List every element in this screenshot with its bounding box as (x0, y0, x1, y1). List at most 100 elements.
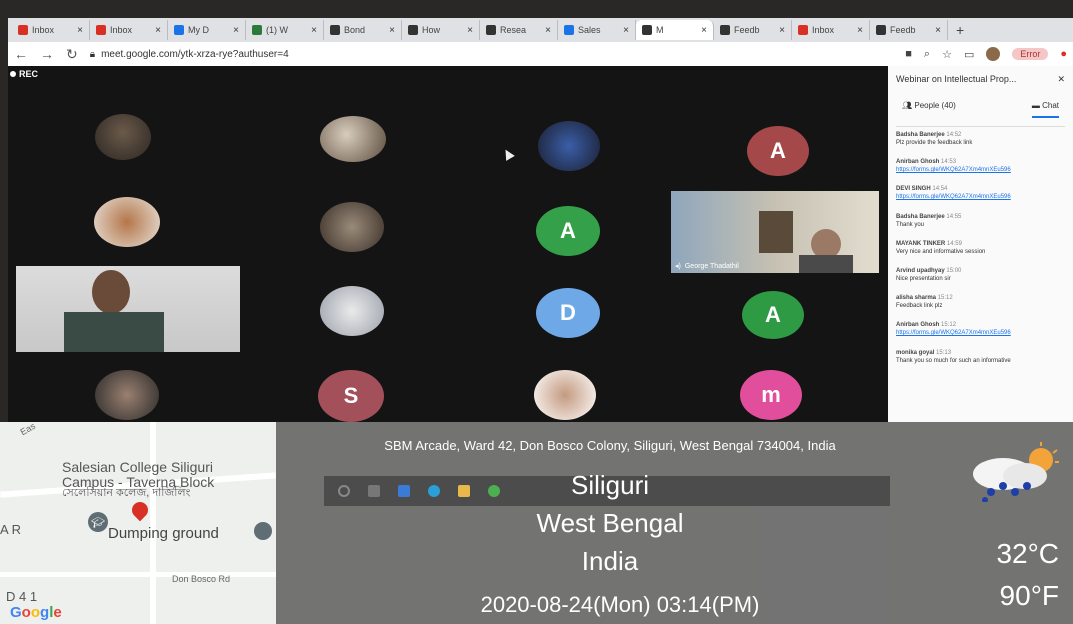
tab-close-icon[interactable]: × (311, 25, 317, 36)
tab-5[interactable]: How × (402, 20, 480, 40)
chat-message: alisha sharma 15:12 Feedback link plz (896, 294, 1065, 310)
tab-close-icon[interactable]: × (389, 25, 395, 36)
star-icon[interactable]: ☆ (942, 48, 952, 61)
chat-sender: Anirban Ghosh (896, 322, 940, 329)
chat-text: Very nice and informative session (896, 248, 986, 255)
tab-close-icon[interactable]: × (77, 25, 83, 36)
chat-link[interactable]: https://forms.gle/WKQ62A7Xm4mnXEu596 (896, 166, 1065, 174)
tab-label: How (422, 25, 441, 35)
zoom-icon[interactable]: ⌕ (924, 48, 930, 61)
close-icon[interactable]: ✕ (1057, 74, 1065, 85)
participant-avatar[interactable]: m (740, 370, 802, 420)
sync-icon (330, 25, 340, 35)
gmail-icon (18, 25, 28, 35)
participant-photo[interactable] (94, 197, 160, 247)
participant-photo[interactable] (320, 202, 384, 252)
tab-close-icon[interactable]: × (701, 25, 707, 36)
map-label-ar: A R (0, 522, 21, 537)
tab-chat[interactable]: ▬ Chat (1031, 101, 1059, 118)
tab-2[interactable]: My D × (168, 20, 246, 40)
sync-icon (408, 25, 418, 35)
new-tab-button[interactable]: + (948, 22, 972, 38)
tab-people[interactable]: 👥︎ People (40) (902, 101, 956, 118)
google-logo: Google (10, 604, 62, 621)
participant-avatar[interactable]: A (747, 126, 809, 176)
gmail-icon (96, 25, 106, 35)
chat-time: 15:13 (936, 349, 952, 356)
tab-label: M (656, 25, 664, 35)
participant-photo[interactable] (95, 114, 151, 160)
map-label-college-bn: সেলেসিয়ান কলেজ, দার্জিলিং (62, 487, 191, 499)
video-tile-speaker[interactable] (16, 266, 240, 352)
address-bar: ← → ↻ 🔒︎ meet.google.com/ytk-xrza-rye?au… (8, 42, 1073, 66)
tab-close-icon[interactable]: × (155, 25, 161, 36)
tab-8[interactable]: M × (636, 20, 714, 40)
tab-10[interactable]: Inbox × (792, 20, 870, 40)
chat-sender: Anirban Ghosh (896, 159, 940, 166)
participant-photo[interactable] (320, 286, 384, 336)
camera-icon[interactable]: ■ (905, 48, 912, 60)
meeting-title: Webinar on Intellectual Prop... (896, 74, 1017, 84)
tab-6[interactable]: Resea × (480, 20, 558, 40)
people-icon: 👥︎ (902, 101, 915, 110)
tab-1[interactable]: Inbox × (90, 20, 168, 40)
task-view-icon (368, 485, 380, 497)
error-badge[interactable]: Error (1012, 48, 1049, 60)
url-field[interactable]: 🔒︎ meet.google.com/ytk-xrza-rye?authuser… (90, 49, 289, 60)
cast-icon[interactable]: ▭ (964, 48, 974, 61)
tab-label: Inbox (32, 25, 55, 35)
tab-close-icon[interactable]: × (779, 25, 785, 36)
app-icon (398, 485, 410, 497)
map-label-dumping: Dumping ground (108, 525, 219, 542)
participant-photo[interactable] (534, 370, 596, 420)
rec-dot-icon (10, 71, 16, 77)
tab-7[interactable]: Sales × (558, 20, 636, 40)
chat-link[interactable]: https://forms.gle/WKQ62A7Xm4mnXEu596 (896, 329, 1065, 337)
participant-photo[interactable] (95, 370, 159, 420)
tab-4[interactable]: Bond × (324, 20, 402, 40)
tab-close-icon[interactable]: × (467, 25, 473, 36)
chat-time: 14:52 (946, 132, 962, 138)
avatar[interactable] (986, 47, 1001, 61)
participant-avatar[interactable]: A (742, 291, 804, 339)
meet-grid: REC A A ◂) George Thadathil D A S m (8, 66, 888, 422)
tab-close-icon[interactable]: × (935, 25, 941, 36)
map-label-d41: D 4 1 (6, 589, 38, 604)
chat-messages: Badsha Banerjee 14:52 Plz provide the fee… (896, 126, 1065, 365)
tab-close-icon[interactable]: × (857, 25, 863, 36)
tab-label: Resea (500, 25, 527, 35)
participant-avatar[interactable]: A (536, 206, 600, 256)
tab-label: My D (188, 25, 209, 35)
tab-0[interactable]: Inbox × (12, 20, 90, 40)
mic-icon: ◂) (675, 263, 681, 270)
weather-rain-sun-icon (973, 442, 1059, 502)
tab-9[interactable]: Feedb × (714, 20, 792, 40)
video-tile-george[interactable]: ◂) George Thadathil (671, 191, 879, 273)
forward-arrow-icon[interactable]: → (40, 46, 54, 62)
tab-11[interactable]: Feedb × (870, 20, 948, 40)
participant-photo[interactable] (538, 121, 600, 171)
participant-photo[interactable] (320, 116, 386, 162)
forms-icon (720, 25, 730, 35)
back-arrow-icon[interactable]: ← (14, 46, 28, 62)
geotag-city: Siliguri (570, 470, 650, 500)
tab-close-icon[interactable]: × (233, 25, 239, 36)
record-icon[interactable]: ● (1060, 48, 1067, 60)
chat-text: Nice presentation sir (896, 276, 951, 283)
participant-avatar[interactable]: S (318, 370, 384, 422)
map-label-east: Eas (18, 422, 37, 438)
chat-link[interactable]: https://forms.gle/WKQ62A7Xm4mnXEu596 (896, 193, 1065, 201)
tab-label: Feedb (734, 25, 760, 35)
chat-message: MAYANK TINKER 14:59 Very nice and informa… (896, 240, 1065, 256)
tab-label: Sales (578, 25, 601, 35)
chat-message: Badsha Banerjee 14:55 Thank you (896, 213, 1065, 229)
tab-label: Inbox (110, 25, 133, 35)
tab-close-icon[interactable]: × (545, 25, 551, 36)
chat-icon: ▬ (1031, 101, 1043, 110)
tab-3[interactable]: (1) W × (246, 20, 324, 40)
place-marker-icon (254, 522, 272, 540)
participant-avatar[interactable]: D (536, 288, 600, 338)
chat-time: 14:55 (946, 213, 962, 220)
reload-icon[interactable]: ↻ (66, 46, 78, 63)
tab-close-icon[interactable]: × (623, 25, 629, 36)
